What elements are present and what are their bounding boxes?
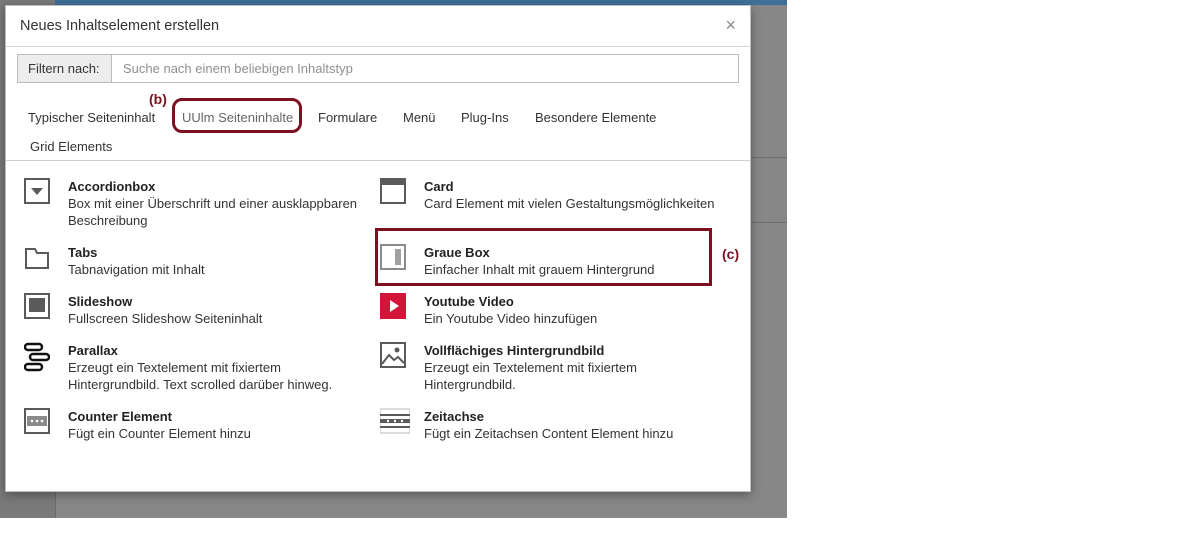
- counter-icon: [24, 408, 50, 434]
- item-description: Box mit einer Überschrift und einer ausk…: [68, 196, 358, 228]
- filter-label: Filtern nach:: [18, 55, 112, 82]
- background-divider: [749, 157, 787, 158]
- item-description: Erzeugt ein Textelement mit fixiertem Hi…: [68, 360, 333, 392]
- dialog-title: Neues Inhaltselement erstellen: [20, 18, 220, 34]
- item-description: Card Element mit vielen Gestaltungsmögli…: [424, 196, 715, 211]
- filter-row: Filtern nach:: [17, 54, 739, 83]
- item-title: Graue Box: [424, 245, 490, 260]
- item-title: Accordionbox: [68, 179, 156, 194]
- filter-search-input[interactable]: [112, 55, 738, 82]
- accordion-icon: [24, 178, 50, 204]
- dialog-header: Neues Inhaltselement erstellen ×: [6, 6, 750, 47]
- new-content-element-dialog: Neues Inhaltselement erstellen × Filtern…: [5, 5, 751, 492]
- tab-formulare[interactable]: Formulare: [318, 110, 377, 125]
- item-title: Card: [424, 179, 454, 194]
- tab-besondere-elemente[interactable]: Besondere Elemente: [535, 110, 656, 125]
- item-title: Slideshow: [68, 294, 133, 309]
- item-description: Fullscreen Slideshow Seiteninhalt: [68, 311, 263, 326]
- item-title: Tabs: [68, 245, 98, 260]
- tab-typischer-seiteninhalt[interactable]: Typischer Seiteninhalt: [28, 110, 155, 125]
- slideshow-icon: [24, 293, 50, 319]
- parallax-icon: [24, 342, 50, 372]
- annotation-highlight-b: [172, 98, 302, 133]
- item-description: Fügt ein Counter Element hinzu: [68, 426, 251, 441]
- background-divider: [749, 222, 787, 223]
- item-title: Vollflächiges Hintergrundbild: [424, 343, 605, 358]
- item-title: Youtube Video: [424, 294, 514, 309]
- timeline-icon: [380, 408, 410, 434]
- card-icon: [380, 178, 406, 204]
- item-description: Ein Youtube Video hinzufügen: [424, 311, 598, 326]
- item-description: Einfacher Inhalt mit grauem Hintergrund: [424, 262, 655, 277]
- tab-plug-ins[interactable]: Plug-Ins: [461, 110, 509, 125]
- tab-menue[interactable]: Menü: [403, 110, 436, 125]
- item-title: Parallax: [68, 343, 118, 358]
- annotation-label-b: (b): [149, 91, 167, 107]
- annotation-label-c: (c): [722, 246, 740, 262]
- item-description: Fügt ein Zeitachsen Content Element hinz…: [424, 426, 674, 441]
- grey-box-icon: [380, 244, 406, 270]
- close-button[interactable]: ×: [725, 15, 736, 35]
- item-description: Erzeugt ein Textelement mit fixiertem Hi…: [424, 360, 637, 392]
- item-title: Counter Element: [68, 409, 173, 424]
- youtube-icon: [380, 293, 406, 319]
- tab-grid-elements[interactable]: Grid Elements: [30, 139, 112, 154]
- item-description: Tabnavigation mit Inhalt: [68, 262, 205, 277]
- background-image-icon: [380, 342, 406, 368]
- item-title: Zeitachse: [424, 409, 484, 424]
- tabs-divider: [6, 160, 750, 161]
- tabs-icon: [24, 244, 50, 270]
